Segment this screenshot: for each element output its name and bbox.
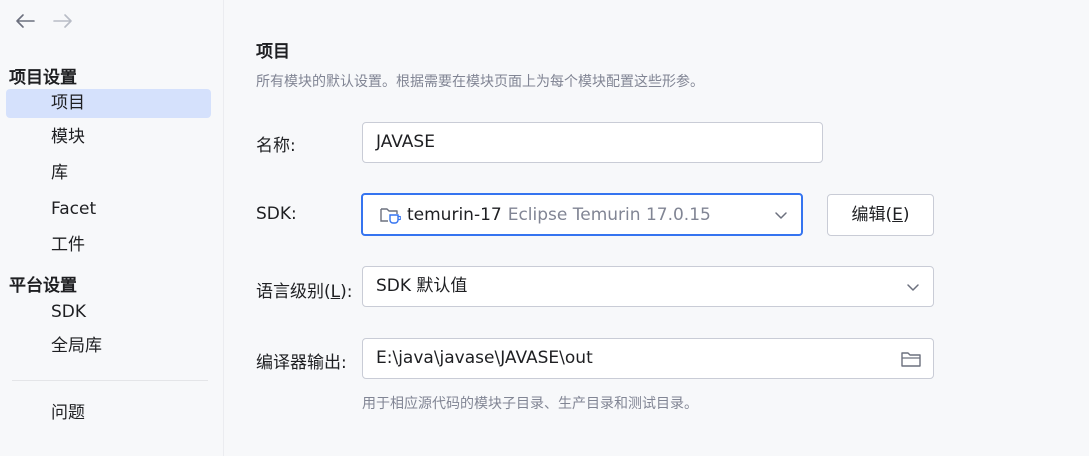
sidebar-item-modules[interactable]: 模块 [6,123,211,152]
compiler-output-input[interactable]: E:\java\javase\JAVASE\out [362,338,934,379]
sidebar-item-artifacts[interactable]: 工件 [6,231,211,260]
language-level-mnemonic: L [330,282,341,302]
back-button[interactable] [12,8,38,34]
platform-settings-heading: 平台设置 [9,276,77,296]
arrow-forward-icon [53,14,72,28]
project-name-input[interactable]: JAVASE [362,122,823,163]
page-description: 所有模块的默认设置。根据需要在模块页面上为每个模块配置这些形参。 [256,74,704,90]
project-name-value: JAVASE [376,132,435,152]
edit-button-text: 编辑( [851,205,893,225]
nav-arrows [12,8,76,34]
language-level-dropdown[interactable]: SDK 默认值 [362,266,934,307]
page-title: 项目 [256,42,290,62]
language-level-label: 语言级别(L): [256,277,353,302]
sidebar-item-problems[interactable]: 问题 [6,399,211,428]
sidebar-item-facets[interactable]: Facet [6,195,211,224]
sidebar: 项目设置 项目 模块 库 Facet 工件 平台设置 SDK 全局库 问题 [0,0,224,456]
edit-button-mnemonic: E [892,205,903,225]
sidebar-divider [12,380,208,381]
main-panel: 项目 所有模块的默认设置。根据需要在模块页面上为每个模块配置这些形参。 名称: … [225,0,1089,456]
edit-sdk-button[interactable]: 编辑(E) [827,194,934,236]
sdk-name: temurin-17 [407,204,502,225]
name-label: 名称: [256,136,296,156]
sidebar-item-sdks[interactable]: SDK [6,298,211,327]
chevron-down-icon [907,284,919,291]
project-structure-dialog: 项目设置 项目 模块 库 Facet 工件 平台设置 SDK 全局库 问题 项目… [0,0,1089,456]
language-level-label-suffix: ): [340,282,353,302]
forward-button[interactable] [50,8,76,34]
language-level-value: SDK 默认值 [376,276,468,296]
sdk-label: SDK: [256,204,297,224]
folder-icon[interactable] [900,349,922,369]
chevron-down-icon [775,212,787,219]
language-level-label-text: 语言级别( [256,282,331,302]
compiler-output-hint: 用于相应源代码的模块子目录、生产目录和测试目录。 [362,396,698,412]
folder-jdk-icon [380,207,401,224]
sdk-detail: Eclipse Temurin 17.0.15 [507,204,711,225]
arrow-back-icon [16,14,35,28]
project-settings-heading: 项目设置 [9,68,77,88]
sidebar-item-project[interactable]: 项目 [6,89,211,118]
sidebar-item-global-libraries[interactable]: 全局库 [6,332,211,361]
compiler-output-label: 编译器输出: [256,353,347,373]
sidebar-item-libraries[interactable]: 库 [6,159,211,188]
edit-button-suffix: ) [902,205,910,225]
sdk-dropdown[interactable]: temurin-17 Eclipse Temurin 17.0.15 [361,193,803,236]
compiler-output-value: E:\java\javase\JAVASE\out [376,348,593,368]
